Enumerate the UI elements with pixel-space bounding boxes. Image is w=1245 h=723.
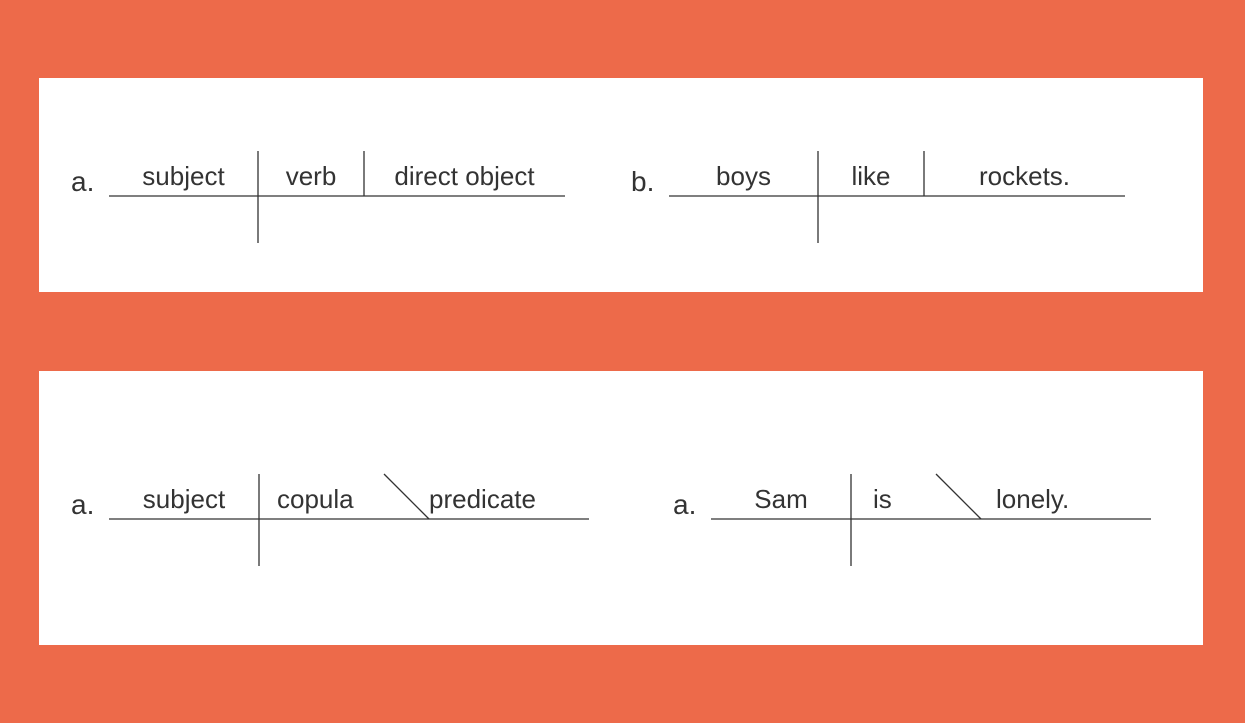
slot-subject: subject [109,484,259,515]
diagram-2a: a. subject copula predicate [109,451,589,571]
slot-direct-object: direct object [364,161,565,192]
diagram-cells: subject copula predicate [109,481,589,517]
diagram-label: a. [71,166,94,198]
slot-rockets: rockets. [924,161,1125,192]
diagram-cells: Sam is lonely. [711,481,1151,517]
diagram-2b: a. Sam is lonely. [711,451,1151,571]
slot-copula: copula [259,484,384,515]
diagram-1b: b. boys like rockets. [669,128,1125,248]
diagram-cells: subject verb direct object [109,158,565,194]
slot-is: is [851,484,936,515]
slot-like: like [818,161,924,192]
diagram-label: b. [631,166,654,198]
panel-1: a. subject verb direct object b. boys li… [39,78,1203,292]
slot-subject: subject [109,161,258,192]
panel-2: a. subject copula predicate a. Sam is lo… [39,371,1203,645]
diagram-1a: a. subject verb direct object [109,128,565,248]
slot-boys: boys [669,161,818,192]
slot-sam: Sam [711,484,851,515]
slot-verb: verb [258,161,364,192]
diagram-label: a. [673,489,696,521]
diagram-label: a. [71,489,94,521]
slot-predicate: predicate [384,484,589,515]
slot-lonely: lonely. [936,484,1151,515]
diagram-cells: boys like rockets. [669,158,1125,194]
